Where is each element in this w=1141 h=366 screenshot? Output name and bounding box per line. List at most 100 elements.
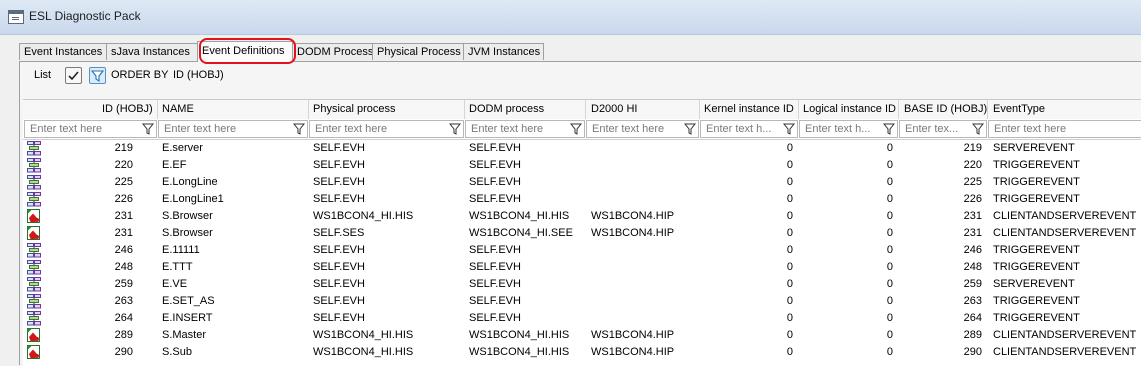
filter-icon[interactable] [569,121,583,137]
tab-jvm-instances[interactable]: JVM Instances [463,43,544,60]
server-event-icon [27,141,41,156]
cell-logical: 0 [886,329,893,341]
server-event-icon [27,311,41,326]
cell-name: S.Master [162,329,207,341]
filter-icon[interactable] [882,121,896,137]
filter-icon[interactable] [448,121,462,137]
window-icon [8,10,24,24]
table-row[interactable]: 231 S.Browser SELF.SES WS1BCON4_HI.SEE WS1BC… [23,225,1141,242]
column-header-logical-instance-id[interactable]: Logical instance ID [803,103,896,115]
cell-base: 259 [963,278,982,290]
tab-physical-process[interactable]: Physical Process [372,43,464,60]
cell-type: TRIGGEREVENT [993,312,1080,324]
filter-icon[interactable] [971,121,985,137]
cell-dodm: SELF.EVH [469,295,521,307]
filter-physical-process-input[interactable] [310,121,448,137]
cell-kernel: 0 [786,176,793,188]
column-header-physical-process[interactable]: Physical process [313,103,396,115]
cell-logical: 0 [886,176,893,188]
cell-physical: WS1BCON4_HI.HIS [313,210,414,222]
filter-icon[interactable] [683,121,697,137]
filter-id-input[interactable] [25,121,141,137]
cell-name: S.Sub [162,346,192,358]
cell-type: CLIENTANDSERVEREVENT [993,346,1137,358]
cell-id: 263 [114,295,133,307]
table-row[interactable]: 264 E.INSERT SELF.EVH SELF.EVH 0 0 264 TRIGGERE… [23,310,1141,327]
table-row[interactable]: 225 E.LongLine SELF.EVH SELF.EVH 0 0 225 TRIGGE… [23,174,1141,191]
check-button[interactable] [65,67,82,84]
filter-icon[interactable] [782,121,796,137]
filter-icon[interactable] [141,121,155,137]
column-header-d2000-hi[interactable]: D2000 HI [591,103,637,115]
cell-logical: 0 [886,312,893,324]
cell-dodm: SELF.EVH [469,312,521,324]
filter-d2000-hi-input[interactable] [587,121,683,137]
cell-name: E.11111 [162,244,200,256]
cell-name: E.server [162,142,203,154]
cell-type: TRIGGEREVENT [993,261,1080,273]
table-row[interactable]: 231 S.Browser WS1BCON4_HI.HIS WS1BCON4_HI.H… [23,208,1141,225]
cell-type: CLIENTANDSERVEREVENT [993,227,1137,239]
cell-kernel: 0 [786,295,793,307]
column-header-kernel-instance-id[interactable]: Kernel instance ID [704,103,794,115]
cell-name: S.Browser [162,210,213,222]
table-row[interactable]: 263 E.SET_AS SELF.EVH SELF.EVH 0 0 263 TRIGGERE… [23,293,1141,310]
filter-event-type-input[interactable] [989,121,1134,137]
filter-toggle-button[interactable] [89,67,106,84]
table-row[interactable]: 220 E.EF SELF.EVH SELF.EVH 0 0 220 TRIGGEREVENT [23,157,1141,174]
table-row[interactable]: 259 E.VE SELF.EVH SELF.EVH 0 0 259 SERVEREVENT [23,276,1141,293]
window-title: ESL Diagnostic Pack [29,9,141,23]
cell-kernel: 0 [786,278,793,290]
server-event-icon [27,192,41,207]
filter-name-input[interactable] [159,121,292,137]
cell-name: E.TTT [162,261,193,273]
tab-event-instances[interactable]: Event Instances [19,43,107,60]
list-label: List [34,69,52,81]
cell-base: 219 [963,142,982,154]
cell-type: SERVEREVENT [993,142,1075,154]
table-row[interactable]: 246 E.11111 SELF.EVH SELF.EVH 0 0 246 TRIGGEREV… [23,242,1141,259]
cell-logical: 0 [886,227,893,239]
cell-name: E.LongLine1 [162,193,224,205]
column-header-base-id[interactable]: BASE ID (HOBJ) [904,103,987,115]
filter-logical-instance-id-input[interactable] [800,121,882,137]
cell-logical: 0 [886,244,893,256]
cell-physical: WS1BCON4_HI.HIS [313,329,414,341]
cell-base: 289 [963,329,982,341]
column-header-dodm-process[interactable]: DODM process [469,103,544,115]
filter-name [158,120,308,138]
cell-base: 264 [963,312,982,324]
cell-id: 289 [114,329,133,341]
table-row[interactable]: 226 E.LongLine1 SELF.EVH SELF.EVH 0 0 226 TRIGG… [23,191,1141,208]
table-row[interactable]: 219 E.server SELF.EVH SELF.EVH 0 0 219 SERVEREV… [23,140,1141,157]
cell-name: E.EF [162,159,187,171]
cell-logical: 0 [886,210,893,222]
cell-id: 231 [114,227,133,239]
cell-base: 225 [963,176,982,188]
cell-base: 246 [963,244,982,256]
table-row[interactable]: 248 E.TTT SELF.EVH SELF.EVH 0 0 248 TRIGGEREVEN… [23,259,1141,276]
cell-logical: 0 [886,193,893,205]
tab-dodm-process[interactable]: DODM Process [292,43,373,60]
column-header-name[interactable]: NAME [162,103,194,115]
column-header-event-type[interactable]: EventType [993,103,1045,115]
table-row[interactable]: 290 S.Sub WS1BCON4_HI.HIS WS1BCON4_HI.HIS WS… [23,344,1141,361]
cell-physical: SELF.EVH [313,142,365,154]
server-event-icon [27,260,41,275]
cell-id: 220 [114,159,133,171]
cell-type: CLIENTANDSERVEREVENT [993,210,1137,222]
column-header-id[interactable]: ID (HOBJ) [102,103,153,115]
client-server-event-icon [27,226,41,241]
cell-logical: 0 [886,346,893,358]
filter-base-id-input[interactable] [900,121,971,137]
filter-kernel-instance-id-input[interactable] [701,121,782,137]
cell-dodm: WS1BCON4_HI.SEE [469,227,573,239]
cell-dodm: SELF.EVH [469,261,521,273]
tab-sjava-instances[interactable]: sJava Instances [106,43,198,60]
filter-icon[interactable] [292,121,306,137]
table-row[interactable]: 289 S.Master WS1BCON4_HI.HIS WS1BCON4_HI.HI… [23,327,1141,344]
client-server-event-icon [27,328,41,343]
cell-id: 248 [114,261,133,273]
filter-dodm-process [465,120,585,138]
filter-dodm-process-input[interactable] [466,121,569,137]
